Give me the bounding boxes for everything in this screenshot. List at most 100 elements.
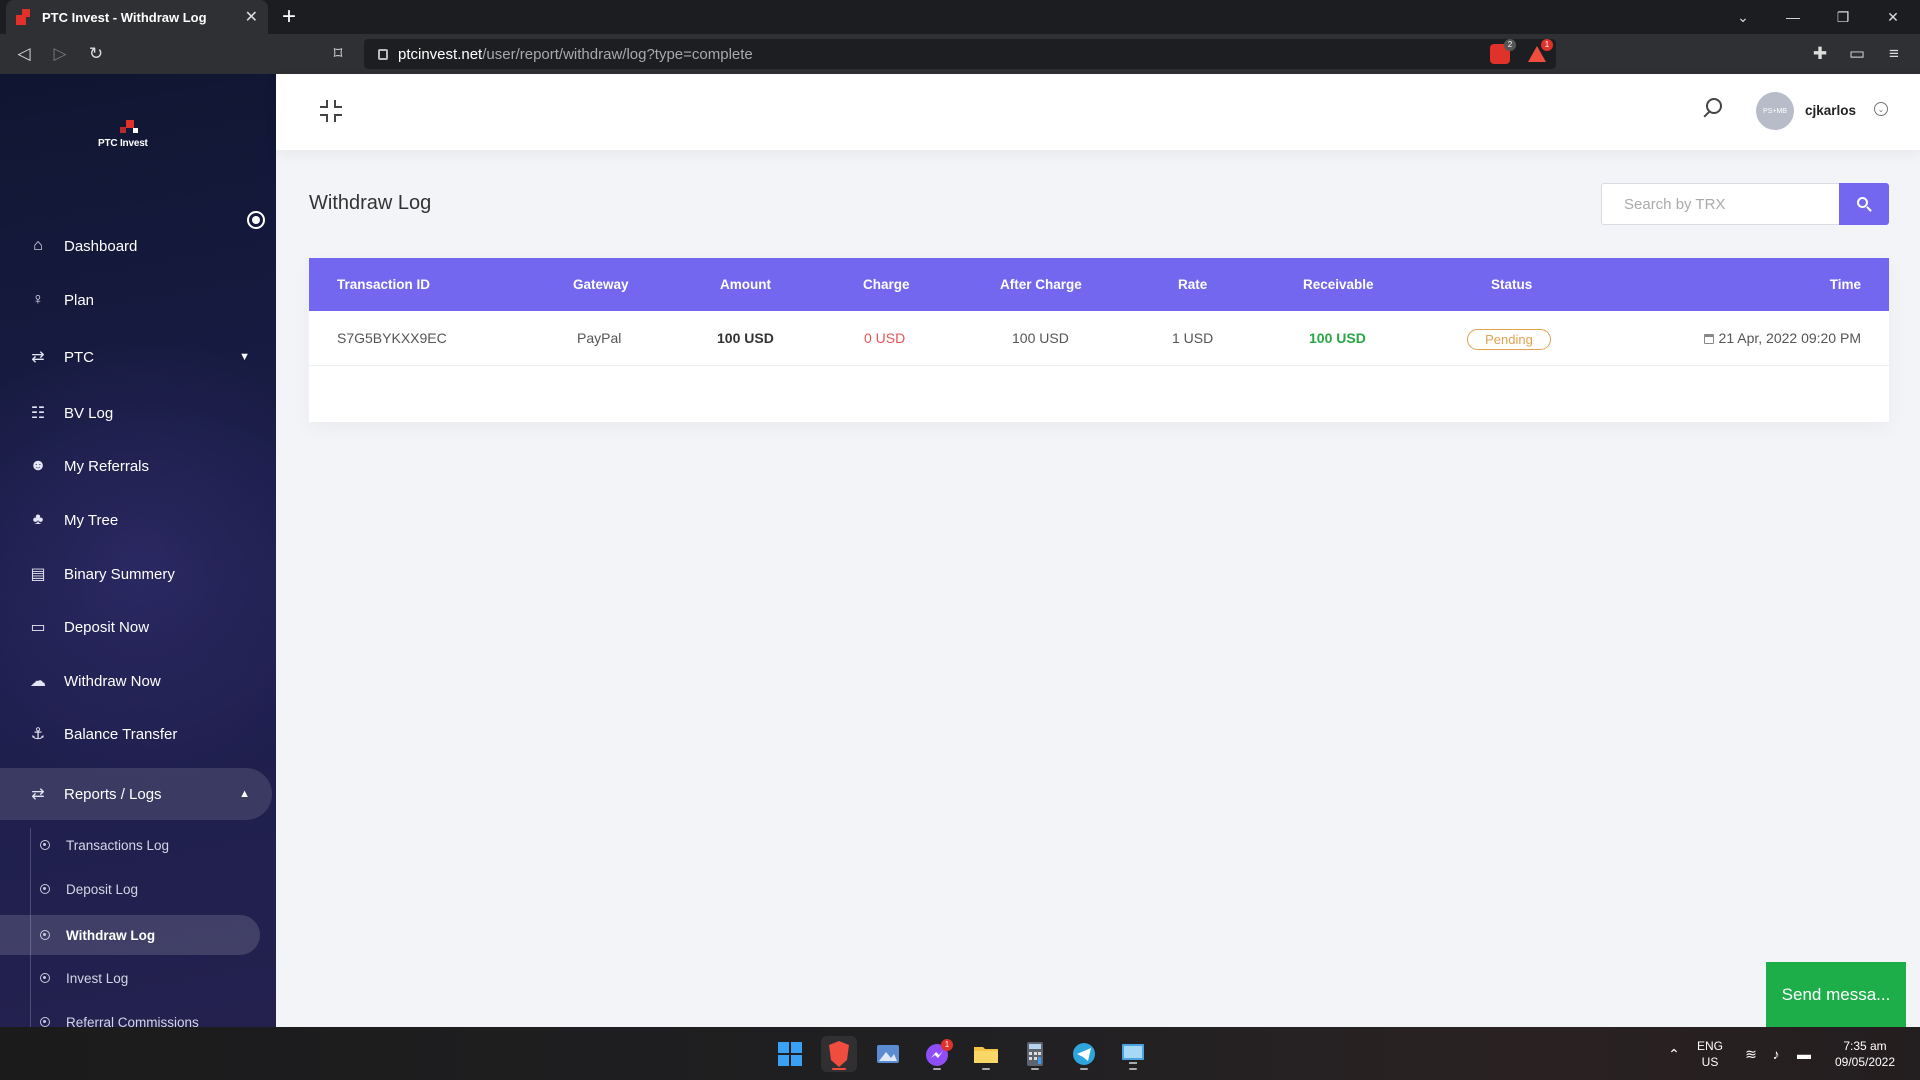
alert-count: 1 (1541, 39, 1553, 51)
trx-search-button[interactable] (1839, 183, 1889, 225)
wallet-icon[interactable]: ▭ (1845, 42, 1869, 66)
messenger-badge: 1 (941, 1039, 953, 1051)
column-header: Amount (720, 277, 771, 292)
telegram-icon[interactable] (1066, 1036, 1102, 1072)
column-header: Transaction ID (337, 277, 431, 292)
sidebar-sub-label: Referral Commissions (66, 1014, 199, 1028)
language-indicator[interactable]: ENG US (1690, 1027, 1730, 1080)
brave-rewards-icon[interactable]: 1 (1527, 39, 1553, 64)
url-path: /user/report/withdraw/log?type=complete (482, 45, 753, 63)
sidebar-item-label: PTC (64, 348, 94, 366)
bookmark-icon[interactable]: ⌑ (326, 42, 350, 66)
tray-chevron-up-icon[interactable]: ⌃ (1664, 1027, 1684, 1080)
sidebar-sub-transactions-log[interactable]: Transactions Log (0, 825, 260, 865)
cell-after-charge: 100 USD (1012, 330, 1069, 346)
battery-icon[interactable]: ▬ (1792, 1027, 1816, 1080)
sidebar-sub-label: Transactions Log (66, 837, 170, 853)
sidebar-item-dashboard[interactable]: ⌂ Dashboard (0, 222, 272, 270)
sidebar-item-label: My Tree (64, 511, 119, 529)
trx-search-input[interactable] (1601, 183, 1839, 225)
sidebar-item-label: Plan (64, 291, 95, 309)
home-icon: ⌂ (33, 237, 43, 254)
windows-taskbar: 1 ⌃ ENG US ≋ ♪ ▬ 7:35 am 09/05/2022 (0, 1027, 1920, 1080)
browser-tab-bar: PTC Invest - Withdraw Log ✕ + ⌄ — ❐ ✕ (0, 0, 1920, 34)
sidebar-sub-label: Withdraw Log (66, 927, 156, 943)
column-header: Receivable (1303, 277, 1374, 292)
site-logo[interactable]: PTC Invest (98, 120, 158, 156)
browser-tab-active[interactable]: PTC Invest - Withdraw Log ✕ (6, 0, 268, 34)
browser-toolbar: ◁ ▷ ↻ ⌑ ptcinvest.net /user/report/withd… (0, 34, 1920, 74)
messenger-icon[interactable]: 1 (919, 1036, 955, 1072)
minimize-icon[interactable]: — (1770, 0, 1816, 34)
sidebar-item-label: Reports / Logs (64, 785, 162, 803)
sidebar-sub-deposit-log[interactable]: Deposit Log (0, 869, 260, 909)
window-close-icon[interactable]: ✕ (1870, 0, 1916, 34)
sidebar-item-label: My Referrals (64, 457, 150, 475)
avatar[interactable]: PS+MB (1756, 92, 1794, 130)
sidebar-item-deposit-now[interactable]: ▭ Deposit Now (0, 603, 272, 651)
sidebar-item-ptc[interactable]: ⇄ PTC ▼ (0, 333, 272, 381)
reload-icon[interactable]: ↻ (84, 42, 108, 66)
table-row: S7G5BYKXX9EC PayPal 100 USD 0 USD 100 US… (309, 311, 1889, 366)
tab-close-icon[interactable]: ✕ (245, 7, 258, 27)
sidebar-item-balance-transfer[interactable]: ⚓ Balance Transfer (0, 710, 272, 758)
file-explorer-icon[interactable] (968, 1036, 1004, 1072)
sidebar-item-label: Dashboard (64, 237, 138, 255)
menu-icon[interactable]: ≡ (1882, 42, 1906, 66)
back-icon[interactable]: ◁ (12, 42, 36, 66)
chevron-down-icon[interactable]: ⌄ (1874, 102, 1888, 116)
sidebar-item-my-tree[interactable]: ♣ My Tree (0, 496, 272, 544)
sidebar: PTC Invest ⌂ Dashboard ♀ Plan ⇄ PTC ▼ ☷ … (0, 74, 276, 1027)
search-icon[interactable] (1702, 98, 1724, 120)
lang-bottom: US (1701, 1054, 1719, 1069)
cell-charge: 0 USD (864, 330, 906, 346)
sidebar-sub-label: Invest Log (66, 970, 129, 986)
wifi-icon[interactable]: ≋ (1740, 1027, 1762, 1080)
windows-start-icon[interactable] (772, 1036, 808, 1072)
sidebar-item-binary-summery[interactable]: ▤ Binary Summery (0, 550, 272, 598)
sidebar-item-label: Withdraw Now (64, 672, 161, 690)
sidebar-sub-referral-commissions[interactable]: Referral Commissions (0, 1002, 260, 1027)
cell-time-text: 21 Apr, 2022 09:20 PM (1718, 330, 1861, 346)
address-bar[interactable]: ptcinvest.net /user/report/withdraw/log?… (364, 39, 1556, 69)
sidebar-item-my-referrals[interactable]: ☻ My Referrals (0, 442, 272, 490)
hand-coin-icon: ⚓ (30, 726, 46, 743)
circle-dot-icon (40, 973, 50, 983)
calculator-icon[interactable] (1017, 1036, 1053, 1072)
circle-dot-icon (40, 930, 50, 940)
cell-amount: 100 USD (717, 330, 774, 346)
extensions-icon[interactable]: ✚ (1808, 42, 1832, 66)
clock[interactable]: 7:35 am 09/05/2022 (1820, 1027, 1910, 1080)
column-header: Gateway (573, 277, 629, 292)
sidebar-sub-label: Deposit Log (66, 881, 139, 897)
sidebar-item-withdraw-now[interactable]: ☁ Withdraw Now (0, 657, 272, 705)
sidebar-item-reports-logs[interactable]: ⇄ Reports / Logs ▲ (0, 768, 272, 820)
volume-icon[interactable]: ♪ (1765, 1027, 1787, 1080)
sidebar-item-plan[interactable]: ♀ Plan (0, 276, 272, 324)
sidebar-item-label: BV Log (64, 404, 114, 422)
clock-date: 09/05/2022 (1834, 1054, 1896, 1069)
brave-shield-icon[interactable]: 2 (1490, 39, 1516, 64)
username[interactable]: cjkarlos (1805, 103, 1856, 118)
new-tab-icon[interactable]: + (282, 3, 296, 31)
exchange-icon: ⇄ (31, 349, 45, 366)
chevron-down-icon: ▼ (239, 351, 250, 363)
calendar-icon (1703, 333, 1714, 344)
sidebar-item-label: Balance Transfer (64, 725, 178, 743)
send-message-button[interactable]: Send messa... (1766, 962, 1906, 1027)
forward-icon[interactable]: ▷ (48, 42, 72, 66)
brave-browser-icon[interactable] (821, 1036, 857, 1072)
restore-icon[interactable]: ❐ (1820, 0, 1866, 34)
sidebar-item-bv-log[interactable]: ☷ BV Log (0, 389, 272, 437)
users-icon: ☻ (29, 457, 47, 474)
photos-app-icon[interactable] (870, 1036, 906, 1072)
remote-desktop-icon[interactable] (1115, 1036, 1151, 1072)
page-title: Withdraw Log (309, 192, 432, 214)
tree-icon: ♣ (32, 511, 44, 528)
trx-search-form (1601, 183, 1889, 225)
fullscreen-exit-icon[interactable] (320, 100, 342, 122)
sidebar-sub-invest-log[interactable]: Invest Log (0, 958, 260, 998)
chevron-up-icon: ▲ (239, 788, 250, 800)
tab-search-chevron-icon[interactable]: ⌄ (1720, 0, 1766, 34)
sidebar-sub-withdraw-log[interactable]: Withdraw Log (0, 915, 260, 955)
